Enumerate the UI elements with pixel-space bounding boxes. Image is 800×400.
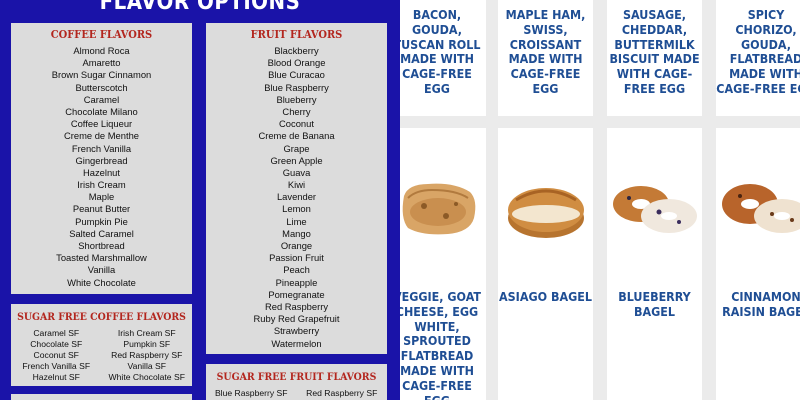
sugar-free-coffee-list: Caramel SF Irish Cream SF Chocolate SF P…	[11, 328, 192, 383]
product-name: VEGGIE, GOAT CHEESE, EGG WHITE, SPROUTED…	[400, 289, 481, 400]
flavor-item: Peanut Butter	[72, 203, 131, 215]
flavor-item: Passion Fruit	[269, 252, 324, 264]
product-card[interactable]: ASIAGO BAGEL	[498, 128, 593, 400]
coffee-flavors-box: COFFEE FLAVORS Almond Roca Amaretto Brow…	[11, 23, 192, 294]
flavor-item: Blueberry	[276, 93, 317, 105]
flavor-item: Strawberry	[273, 325, 320, 337]
flavor-item: Red Raspberry	[264, 300, 329, 312]
coffee-flavors-heading: COFFEE FLAVORS	[50, 28, 153, 41]
flavor-item: Green Apple	[270, 154, 323, 166]
flavor-item: Blue Curacao	[268, 69, 325, 81]
flavor-item: Irish Cream SF	[117, 328, 176, 338]
product-card[interactable]: CINNAMON RAISIN BAGEL	[716, 128, 800, 400]
flavor-item: Chocolate Milano	[65, 105, 138, 117]
flavor-item: Brown Sugar Cinnamon	[51, 69, 152, 81]
flavor-item: Grape	[283, 142, 310, 154]
flavor-item: Ruby Red Grapefruit	[253, 313, 340, 325]
flavor-item: Orange	[280, 240, 313, 251]
flavor-item: French Vanilla SF	[22, 361, 91, 371]
flavor-item: Irish Cream	[77, 179, 126, 191]
flavor-item: Toasted Marshmallow	[56, 252, 147, 264]
flavor-item: Lavender	[276, 191, 317, 203]
flavor-item: Coffee Liqueur	[70, 118, 133, 130]
flavor-item: Watermelon	[271, 337, 322, 349]
product-card[interactable]: VEGGIE, GOAT CHEESE, EGG WHITE, SPROUTED…	[400, 128, 486, 400]
flavor-item: Red Raspberry SF	[111, 350, 183, 360]
product-card[interactable]: BACON, GOUDA, TUSCAN ROLL MADE WITH CAGE…	[400, 0, 486, 116]
coffee-flavors-list: Almond Roca Amaretto Brown Sugar Cinnamo…	[11, 45, 192, 289]
flavor-item: Chocolate SF	[30, 339, 83, 349]
flavor-item: Salted Caramel	[69, 227, 134, 239]
product-name: CINNAMON RAISIN BAGEL	[722, 289, 800, 319]
flavor-item: Pumpkin SF	[123, 339, 171, 349]
flavor-item: Caramel	[83, 93, 120, 105]
flavor-item: Pumpkin Pie	[75, 215, 128, 227]
flavor-item: Kiwi	[287, 179, 306, 191]
flavor-item: Hazelnut	[82, 166, 120, 178]
flavor-item: Amaretto	[82, 57, 121, 69]
flavor-options-panel: FLAVOR OPTIONS COFFEE FLAVORS Almond Roc…	[0, 0, 400, 400]
product-grid: BACON, GOUDA, TUSCAN ROLL MADE WITH CAGE…	[400, 0, 800, 400]
product-name: BLUEBERRY BAGEL	[618, 289, 691, 319]
flavor-item: Coconut	[279, 118, 314, 130]
flavor-item: Pomegranate	[268, 288, 325, 300]
flavor-item: Coconut SF	[33, 350, 79, 360]
flavor-item: Lime	[286, 215, 307, 227]
product-name: SPICY CHORIZO, GOUDA, FLATBREAD MADE WIT…	[716, 7, 800, 96]
flavor-item: Pineapple	[275, 276, 318, 288]
flavor-item: French Vanilla	[71, 142, 132, 154]
product-card[interactable]: SAUSAGE, CHEDDAR, BUTTERMILK BISCUIT MAD…	[607, 0, 702, 116]
product-card[interactable]: SPICY CHORIZO, GOUDA, FLATBREAD MADE WIT…	[716, 0, 800, 116]
flavor-item: Shortbread	[78, 240, 125, 251]
cinnamon-raisin-bagel-image	[722, 184, 800, 233]
asiago-bagel-image	[508, 188, 584, 238]
product-name: SAUSAGE, CHEDDAR, BUTTERMILK BISCUIT MAD…	[609, 7, 700, 96]
blueberry-bagel-image	[613, 186, 697, 233]
fruit-flavors-heading: FRUIT FLAVORS	[250, 28, 343, 41]
flavor-item: Maple	[88, 191, 115, 203]
sugar-free-coffee-heading: SUGAR FREE COFFEE FLAVORS	[17, 311, 186, 323]
flavor-item: Guava	[282, 166, 311, 178]
flatbread-sandwich-image	[402, 183, 476, 235]
product-card[interactable]: BLUEBERRY BAGEL	[607, 128, 702, 400]
flavor-item: Gingerbread	[75, 154, 128, 166]
flavor-item: White Chocolate	[67, 276, 136, 288]
partial-box	[11, 394, 192, 400]
fruit-flavors-list: Blackberry Blood Orange Blue Curacao Blu…	[206, 45, 387, 350]
flavor-item: Almond Roca	[73, 45, 130, 56]
flavor-item: White Chocolate SF	[108, 372, 185, 382]
product-name: ASIAGO BAGEL	[499, 289, 592, 304]
flavor-item: Vanilla SF	[127, 361, 167, 371]
sugar-free-fruit-box: SUGAR FREE FRUIT FLAVORS Blue Raspberry …	[206, 364, 387, 400]
flavor-item: Peach	[283, 264, 310, 276]
product-name: MAPLE HAM, SWISS, CROISSANT MADE WITH CA…	[505, 7, 586, 96]
flavor-item: Butterscotch	[75, 81, 128, 93]
flavor-item: Mango	[282, 227, 311, 239]
flavor-item: Blue Raspberry SF	[214, 388, 288, 398]
flavor-item: Creme de Banana	[258, 130, 335, 142]
flavor-options-title: FLAVOR OPTIONS	[99, 0, 301, 15]
flavor-item: Vanilla	[87, 264, 116, 276]
flavor-item: Cherry	[282, 105, 311, 117]
flavor-item: Lemon	[282, 203, 311, 215]
sugar-free-fruit-heading: SUGAR FREE FRUIT FLAVORS	[216, 371, 377, 383]
flavor-item: Hazelnut SF	[32, 372, 80, 382]
flavor-item: Blue Raspberry	[264, 81, 329, 93]
sugar-free-coffee-box: SUGAR FREE COFFEE FLAVORS Caramel SF Iri…	[11, 304, 192, 386]
fruit-flavors-box: FRUIT FLAVORS Blackberry Blood Orange Bl…	[206, 23, 387, 354]
flavor-item: Blood Orange	[267, 57, 326, 69]
product-name: BACON, GOUDA, TUSCAN ROLL MADE WITH CAGE…	[400, 7, 481, 96]
flavor-item: Red Raspberry SF	[306, 388, 378, 398]
flavor-item: Blackberry	[274, 45, 319, 56]
product-card[interactable]: MAPLE HAM, SWISS, CROISSANT MADE WITH CA…	[498, 0, 593, 116]
sugar-free-fruit-list: Blue Raspberry SF Red Raspberry SF	[206, 388, 387, 399]
flavor-item: Caramel SF	[33, 328, 80, 338]
flavor-item: Creme de Menthe	[63, 130, 140, 142]
